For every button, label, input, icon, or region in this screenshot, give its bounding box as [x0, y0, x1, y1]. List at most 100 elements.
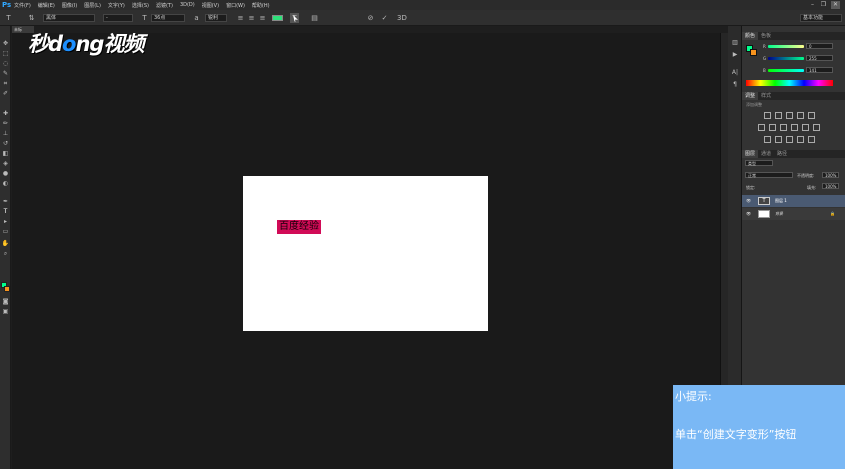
menu-image[interactable]: 图像(I): [62, 2, 77, 9]
eraser-tool-icon[interactable]: ◧: [1, 150, 10, 158]
tip-overlay: 小提示: 单击“创建文字变形”按钮: [673, 385, 845, 469]
layer-name[interactable]: 图层 1: [775, 195, 787, 207]
menu-type[interactable]: 文字(Y): [108, 2, 125, 9]
color-spectrum[interactable]: [746, 80, 833, 86]
font-style-select[interactable]: -: [103, 14, 133, 22]
tab-layers[interactable]: 图层: [742, 150, 759, 158]
hand-tool-icon[interactable]: ✋: [1, 240, 10, 248]
posterize-icon[interactable]: [775, 136, 782, 143]
selected-text-layer[interactable]: 百度经验: [277, 220, 321, 234]
menu-file[interactable]: 文件(F): [14, 2, 31, 9]
paragraph-icon[interactable]: ¶: [730, 80, 740, 89]
r-value[interactable]: 0: [806, 43, 833, 49]
brightness-icon[interactable]: [764, 112, 771, 119]
character-panel-icon[interactable]: ▤: [310, 13, 319, 23]
type-tool-icon[interactable]: T: [4, 13, 13, 23]
tab-swatches[interactable]: 色板: [758, 32, 774, 40]
marquee-tool-icon[interactable]: ⬚: [1, 50, 10, 58]
crop-tool-icon[interactable]: ⌗: [1, 80, 10, 88]
stamp-tool-icon[interactable]: ⊥: [1, 130, 10, 138]
threshold-icon[interactable]: [786, 136, 793, 143]
align-left-icon[interactable]: ≡: [236, 13, 245, 23]
eye-icon[interactable]: 👁: [746, 208, 751, 220]
shape-tool-icon[interactable]: ▭: [1, 228, 10, 236]
tab-color[interactable]: 颜色: [742, 32, 759, 40]
align-right-icon[interactable]: ≡: [258, 13, 267, 23]
tab-styles[interactable]: 样式: [758, 92, 774, 100]
3d-icon[interactable]: 3D: [397, 13, 407, 23]
channel-mixer-icon[interactable]: [802, 124, 809, 131]
history-panel-icon[interactable]: ▥: [730, 38, 740, 47]
opacity-value[interactable]: 100%: [822, 172, 839, 178]
document-canvas[interactable]: [243, 176, 488, 331]
brush-tool-icon[interactable]: ✏: [1, 120, 10, 128]
color-bg-swatch[interactable]: [750, 49, 757, 56]
menu-edit[interactable]: 编辑(E): [38, 2, 55, 9]
actions-panel-icon[interactable]: ▶: [730, 50, 740, 59]
lasso-tool-icon[interactable]: ◌: [1, 60, 10, 68]
quick-mask-icon[interactable]: ◙: [1, 298, 10, 306]
screen-mode-icon[interactable]: ▣: [1, 308, 10, 316]
layer-kind-filter[interactable]: 类型: [745, 160, 773, 166]
menu-filter[interactable]: 滤镜(T): [156, 2, 173, 9]
black-white-icon[interactable]: [780, 124, 787, 131]
tab-adjustments[interactable]: 调整: [742, 92, 759, 100]
path-select-icon[interactable]: ▸: [1, 218, 10, 226]
paint-bucket-icon[interactable]: ◈: [1, 160, 10, 168]
close-icon[interactable]: ✕: [831, 1, 840, 9]
align-center-icon[interactable]: ≡: [247, 13, 256, 23]
g-value[interactable]: 255: [806, 55, 833, 61]
levels-icon[interactable]: [775, 112, 782, 119]
commit-icon[interactable]: ✓: [380, 13, 389, 23]
menu-layer[interactable]: 图层(L): [84, 2, 101, 9]
exposure-icon[interactable]: [797, 112, 804, 119]
zoom-tool-icon[interactable]: ⌕: [1, 250, 10, 258]
menu-3d[interactable]: 3D(D): [180, 2, 195, 8]
g-slider[interactable]: [768, 57, 804, 60]
color-lookup-icon[interactable]: [813, 124, 820, 131]
layer-row[interactable]: 👁 T 图层 1: [742, 195, 845, 207]
character-icon[interactable]: A|: [730, 68, 740, 77]
selective-color-icon[interactable]: [797, 136, 804, 143]
b-slider[interactable]: [768, 69, 804, 72]
blur-tool-icon[interactable]: ●: [1, 170, 10, 178]
vibrance-icon[interactable]: [808, 112, 815, 119]
eye-icon[interactable]: 👁: [746, 195, 751, 207]
antialias-select[interactable]: 锐利: [205, 14, 227, 22]
history-brush-icon[interactable]: ↺: [1, 140, 10, 148]
quick-select-tool-icon[interactable]: ✎: [1, 70, 10, 78]
invert-icon[interactable]: [764, 136, 771, 143]
workspace-select[interactable]: 基本功能: [800, 14, 842, 22]
type-tool-button-icon[interactable]: T: [1, 208, 10, 216]
photo-filter-icon[interactable]: [791, 124, 798, 131]
layer-row[interactable]: 👁 背景 🔒: [742, 208, 845, 220]
eyedropper-tool-icon[interactable]: ✐: [1, 90, 10, 98]
text-color-swatch[interactable]: [272, 15, 283, 21]
minimize-icon[interactable]: –: [808, 1, 817, 9]
healing-tool-icon[interactable]: ✚: [1, 110, 10, 118]
gradient-map-icon[interactable]: [808, 136, 815, 143]
curves-icon[interactable]: [786, 112, 793, 119]
menu-window[interactable]: 窗口(W): [226, 2, 245, 9]
dodge-tool-icon[interactable]: ◐: [1, 180, 10, 188]
fill-value[interactable]: 100%: [822, 183, 839, 189]
restore-icon[interactable]: ❐: [819, 1, 828, 9]
b-value[interactable]: 141: [806, 67, 833, 73]
tab-channels[interactable]: 通道: [758, 150, 774, 158]
color-balance-icon[interactable]: [769, 124, 776, 131]
hue-sat-icon[interactable]: [758, 124, 765, 131]
menu-select[interactable]: 选择(S): [132, 2, 149, 9]
blend-mode-select[interactable]: 正常: [745, 172, 793, 178]
menu-view[interactable]: 视图(V): [202, 2, 219, 9]
background-color-swatch[interactable]: [4, 286, 10, 292]
menu-help[interactable]: 帮助(H): [252, 2, 270, 9]
toggle-orientation-icon[interactable]: ⇅: [27, 13, 36, 23]
font-size-select[interactable]: 36点: [151, 14, 185, 22]
tab-paths[interactable]: 路径: [774, 150, 790, 158]
pen-tool-icon[interactable]: ✒: [1, 198, 10, 206]
r-slider[interactable]: [768, 45, 804, 48]
cancel-icon[interactable]: ⊘: [366, 13, 375, 23]
layer-name[interactable]: 背景: [775, 208, 783, 220]
move-tool-icon[interactable]: ✥: [1, 40, 10, 48]
font-family-select[interactable]: 黑体: [43, 14, 95, 22]
